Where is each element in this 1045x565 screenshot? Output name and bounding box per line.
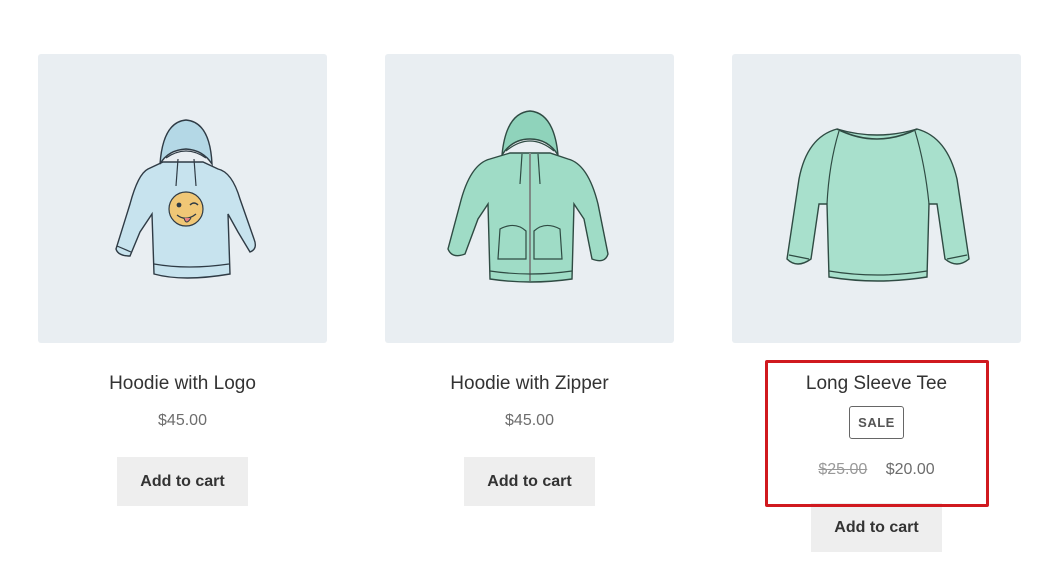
product-card: Long Sleeve Tee SALE $25.00 $20.00 Add t… (732, 54, 1021, 552)
product-image[interactable] (385, 54, 674, 343)
add-to-cart-button[interactable]: Add to cart (811, 503, 942, 552)
product-card: Hoodie with Zipper $45.00 Add to cart (385, 54, 674, 506)
sale-price: $20.00 (885, 461, 935, 478)
product-card: Hoodie with Logo $45.00 Add to cart (38, 54, 327, 506)
product-price: $25.00 $20.00 (732, 460, 1021, 480)
product-price: $45.00 (158, 412, 207, 429)
hoodie-with-zipper-icon (446, 109, 609, 283)
add-to-cart-button[interactable]: Add to cart (464, 457, 595, 506)
product-image[interactable] (732, 54, 1021, 343)
regular-price: $25.00 (818, 461, 868, 478)
product-title[interactable]: Hoodie with Zipper (385, 373, 674, 395)
sale-badge: SALE (849, 406, 904, 439)
add-to-cart-button[interactable]: Add to cart (117, 457, 248, 506)
product-price: $45.00 (505, 412, 554, 429)
long-sleeve-tee-icon (785, 127, 970, 282)
product-title[interactable]: Hoodie with Logo (38, 373, 327, 395)
product-title[interactable]: Long Sleeve Tee (732, 373, 1021, 395)
hoodie-with-logo-icon (114, 118, 256, 279)
product-image[interactable] (38, 54, 327, 343)
